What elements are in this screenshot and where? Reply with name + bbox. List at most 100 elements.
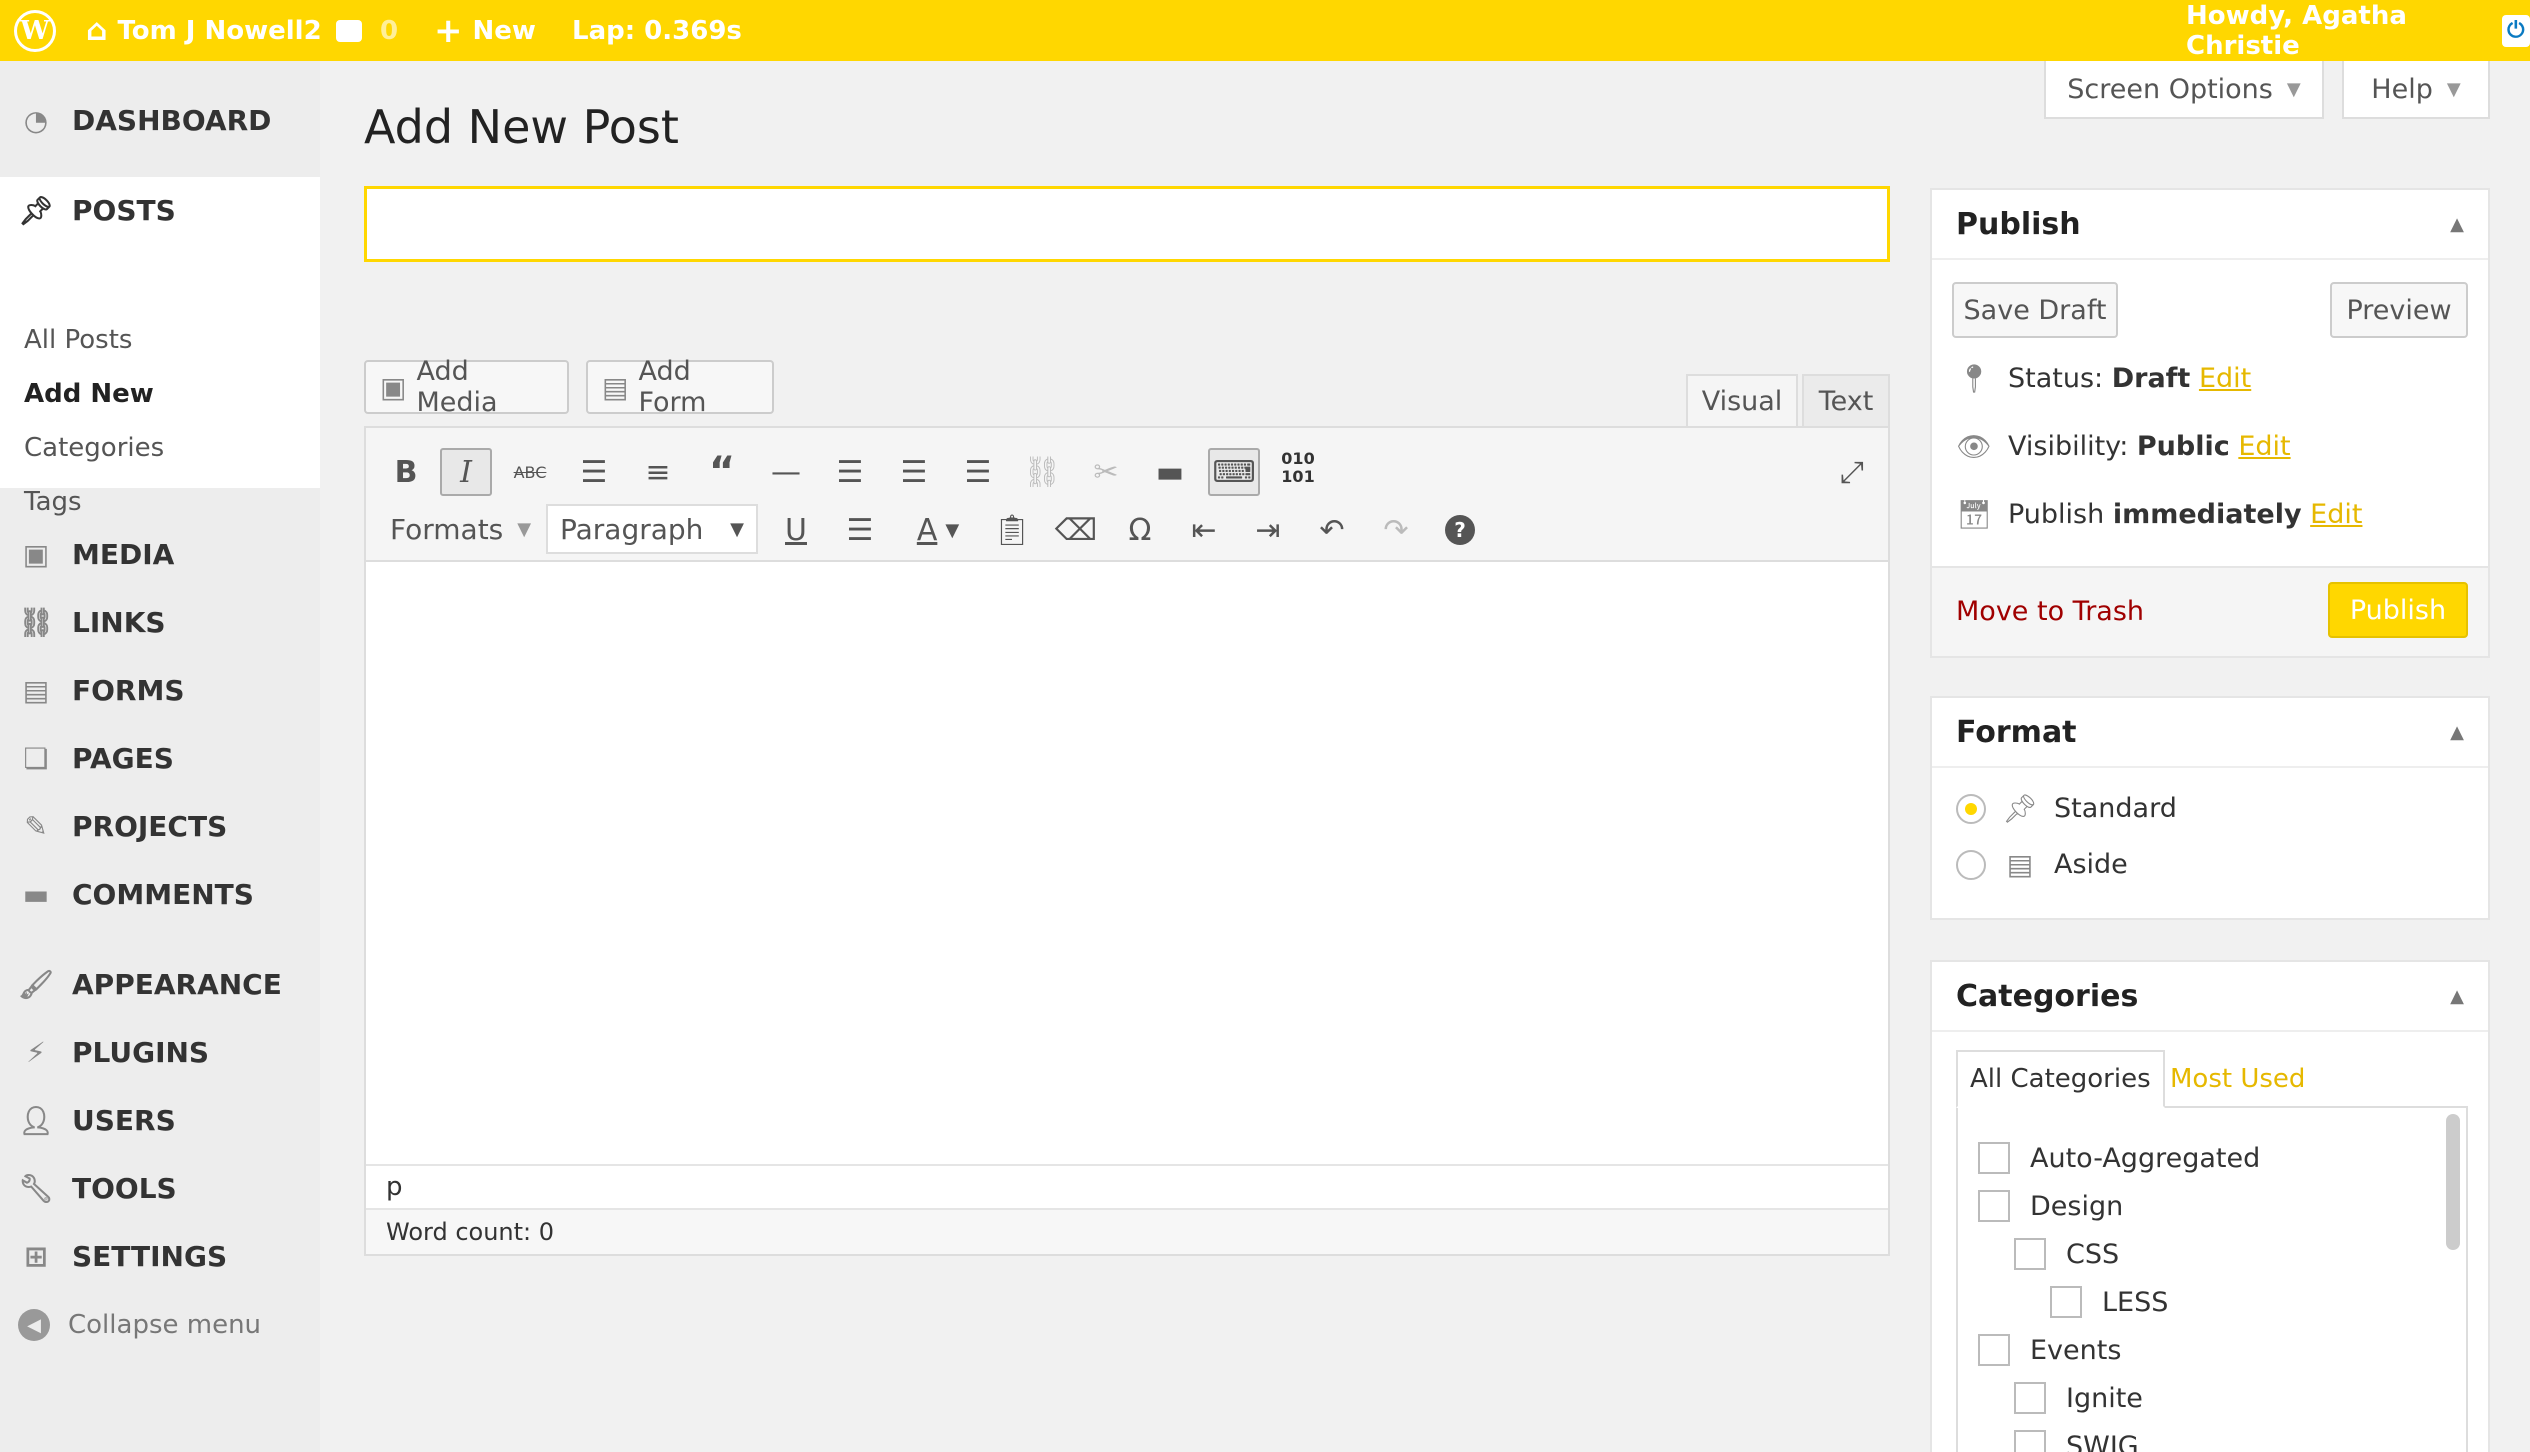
save-draft-button[interactable]: Save Draft <box>1952 282 2118 338</box>
align-right-icon[interactable]: ☰ <box>952 448 1004 496</box>
menu-dashboard[interactable]: ◔ DASHBOARD <box>0 90 320 150</box>
my-account-link[interactable]: Howdy, Agatha Christie ⏻ <box>2186 0 2530 61</box>
collapse-triangle-icon[interactable]: ▲ <box>2450 986 2464 1007</box>
page-title: Add New Post <box>364 100 679 154</box>
format-option-aside[interactable]: ▤ Aside <box>1956 848 2128 881</box>
category-checkbox[interactable] <box>2014 1238 2046 1270</box>
bold-icon[interactable]: B <box>380 448 432 496</box>
tab-text[interactable]: Text <box>1802 374 1890 428</box>
submenu-tags[interactable]: Tags <box>24 487 82 517</box>
bulleted-list-icon[interactable]: ☰ <box>568 448 620 496</box>
align-left-icon[interactable]: ☰ <box>824 448 876 496</box>
menu-forms[interactable]: ▤ FORMS <box>0 660 320 720</box>
toolbar-toggle-icon[interactable]: ⌨ <box>1208 448 1260 496</box>
menu-links[interactable]: ⛓ LINKS <box>0 592 320 652</box>
edit-visibility-link[interactable]: Edit <box>2238 431 2290 462</box>
tab-all-categories[interactable]: All Categories <box>1956 1050 2165 1108</box>
new-content-link[interactable]: + New <box>434 0 536 61</box>
paragraph-select[interactable]: Paragraph ▼ <box>546 504 758 554</box>
numbered-list-icon[interactable]: ≡ <box>632 448 684 496</box>
category-checkbox[interactable] <box>1978 1190 2010 1222</box>
media-camera-icon: ▣ <box>22 537 50 571</box>
insert-link-icon[interactable]: ⛓ <box>1016 448 1068 496</box>
publish-button[interactable]: Publish <box>2328 582 2468 638</box>
menu-comments[interactable]: ▬ COMMENTS <box>0 864 320 924</box>
post-title-input[interactable] <box>364 186 1890 262</box>
publish-box-header[interactable]: Publish ▲ <box>1932 190 2488 260</box>
collapse-label: Collapse menu <box>68 1310 262 1340</box>
format-option-standard[interactable]: 📌︎ Standard <box>1956 792 2177 825</box>
menu-users[interactable]: 👤︎ USERS <box>0 1090 320 1150</box>
formats-dropdown[interactable]: Formats ▼ <box>390 504 531 554</box>
menu-plugins[interactable]: ⚡︎ PLUGINS <box>0 1022 320 1082</box>
submenu-categories[interactable]: Categories <box>24 433 164 463</box>
indent-icon[interactable]: ⇥ <box>1242 506 1294 554</box>
underline-icon[interactable]: U <box>770 506 822 554</box>
category-checkbox[interactable] <box>1978 1334 2010 1366</box>
category-item[interactable]: Ignite <box>2014 1382 2143 1414</box>
clear-formatting-eraser-icon[interactable]: ⌫ <box>1050 506 1102 554</box>
read-more-icon[interactable]: ▬ <box>1144 448 1196 496</box>
menu-pages[interactable]: ❏ PAGES <box>0 728 320 788</box>
menu-appearance[interactable]: 🖌︎ APPEARANCE <box>0 954 320 1014</box>
wordpress-logo-button[interactable]: W <box>14 0 56 61</box>
horizontal-rule-icon[interactable]: — <box>760 448 812 496</box>
radio-standard[interactable] <box>1956 793 1986 824</box>
redo-icon[interactable]: ↷ <box>1370 506 1422 554</box>
category-checkbox[interactable] <box>2014 1382 2046 1414</box>
radio-aside[interactable] <box>1956 849 1986 880</box>
justify-icon[interactable]: ☰ <box>834 506 886 554</box>
undo-icon[interactable]: ↶ <box>1306 506 1358 554</box>
special-character-omega-icon[interactable]: Ω <box>1114 506 1166 554</box>
blockquote-icon[interactable]: “ <box>696 448 748 496</box>
submenu-add-new[interactable]: Add New <box>24 379 154 409</box>
comments-link[interactable]: 0 <box>336 0 398 61</box>
collapse-arrow-icon: ◀ <box>16 1307 52 1343</box>
binary-code-icon[interactable]: 010 101 <box>1272 444 1324 492</box>
menu-posts[interactable]: 📌︎ POSTS <box>0 177 320 243</box>
strikethrough-icon[interactable]: ABC <box>504 448 556 496</box>
element-path[interactable]: p <box>386 1172 403 1202</box>
unlink-icon[interactable]: ✂ <box>1080 448 1132 496</box>
category-item[interactable]: LESS <box>2050 1286 2168 1318</box>
help-question-icon[interactable]: ? <box>1434 506 1486 554</box>
fullscreen-expand-icon[interactable]: ⤢ <box>1826 448 1878 496</box>
editor-content-area[interactable] <box>366 562 1888 1162</box>
add-form-button[interactable]: ▤ Add Form <box>586 356 774 418</box>
menu-tools[interactable]: 🔧︎ TOOLS <box>0 1158 320 1218</box>
collapse-triangle-icon[interactable]: ▲ <box>2450 214 2464 235</box>
tab-visual[interactable]: Visual <box>1686 374 1798 428</box>
screen-options-button[interactable]: Screen Options ▼ <box>2044 61 2324 119</box>
menu-media[interactable]: ▣ MEDIA <box>0 524 320 584</box>
site-name-link[interactable]: ⌂ Tom J Nowell2 <box>86 0 322 61</box>
menu-settings[interactable]: ⊞ SETTINGS <box>0 1226 320 1286</box>
align-center-icon[interactable]: ☰ <box>888 448 940 496</box>
submenu-all-posts[interactable]: All Posts <box>24 325 132 355</box>
move-to-trash-link[interactable]: Move to Trash <box>1956 596 2144 627</box>
paste-as-text-icon[interactable]: 📋︎ <box>986 506 1038 554</box>
collapse-menu-button[interactable]: ◀ Collapse menu <box>0 1295 320 1355</box>
category-checkbox[interactable] <box>1978 1142 2010 1174</box>
edit-publish-time-link[interactable]: Edit <box>2310 499 2362 530</box>
help-button[interactable]: Help ▼ <box>2342 61 2490 119</box>
category-item[interactable]: Design <box>1978 1190 2123 1222</box>
menu-projects[interactable]: ✎ PROJECTS <box>0 796 320 856</box>
collapse-triangle-icon[interactable]: ▲ <box>2450 722 2464 743</box>
edit-status-link[interactable]: Edit <box>2199 363 2251 394</box>
italic-icon[interactable]: I <box>440 448 492 496</box>
tab-most-used[interactable]: Most Used <box>2158 1050 2317 1108</box>
outdent-icon[interactable]: ⇤ <box>1178 506 1230 554</box>
text-color-icon[interactable]: A ▼ <box>898 506 978 554</box>
preview-button[interactable]: Preview <box>2330 282 2468 338</box>
add-media-button[interactable]: ▣ Add Media <box>364 356 569 418</box>
category-checkbox[interactable] <box>2014 1430 2046 1452</box>
category-item[interactable]: Events <box>1978 1334 2121 1366</box>
category-item[interactable]: Auto-Aggregated <box>1978 1142 2260 1174</box>
format-box-header[interactable]: Format ▲ <box>1932 698 2488 768</box>
categories-box-header[interactable]: Categories ▲ <box>1932 962 2488 1032</box>
category-item[interactable]: CSS <box>2014 1238 2119 1270</box>
admin-sidebar: ◔ DASHBOARD 📌︎ POSTS All Posts Add New C… <box>0 61 320 1452</box>
checklist-scrollbar[interactable] <box>2446 1114 2460 1250</box>
category-checkbox[interactable] <box>2050 1286 2082 1318</box>
category-item[interactable]: SWIG <box>2014 1430 2139 1452</box>
